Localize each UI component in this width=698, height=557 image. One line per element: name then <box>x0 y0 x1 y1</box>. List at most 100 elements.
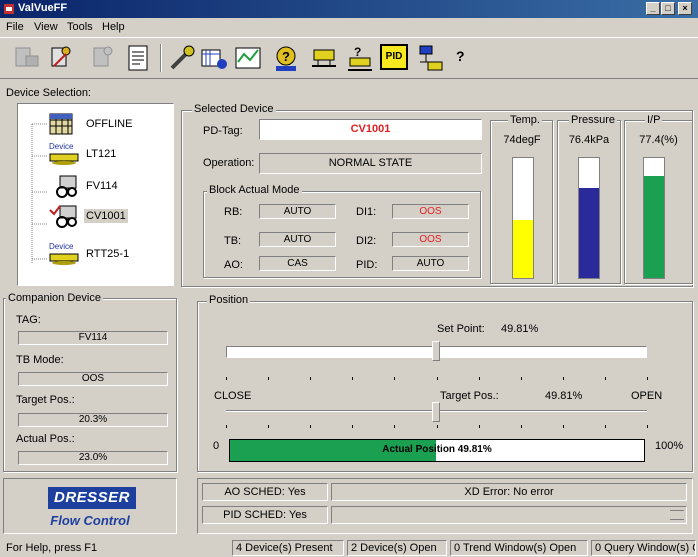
status-trend: 0 Trend Window(s) Open <box>450 540 588 556</box>
logo-brand: DRESSER <box>48 487 136 509</box>
slider-tick <box>310 425 311 428</box>
tree-item-rtt25[interactable]: Device RTT25-1 <box>48 242 168 266</box>
tree-label-selected: CV1001 <box>84 209 128 223</box>
close-button[interactable]: × <box>678 2 692 15</box>
block-query-icon[interactable]: ? <box>344 42 376 74</box>
bar-min-label: 0 <box>213 440 220 452</box>
calibrate-icon[interactable] <box>198 42 230 74</box>
pid-button[interactable]: PID <box>380 44 408 70</box>
dresser-logo: DRESSER Flow Control <box>3 478 177 534</box>
companion-tbmode-field: OOS <box>18 372 168 386</box>
slider-tick <box>605 425 606 428</box>
slider-tick <box>352 377 353 380</box>
slider-tick <box>394 425 395 428</box>
companion-target-field: 20.3% <box>18 413 168 427</box>
slider-tick <box>226 377 227 380</box>
temp-gauge-fill <box>513 220 533 278</box>
toolbar-separator <box>160 44 162 72</box>
title-bar: ValVueFF _ □ × <box>0 0 698 18</box>
rb-label: RB: <box>224 206 243 218</box>
logo-tagline: Flow Control <box>50 513 130 528</box>
ip-gauge-fill <box>644 176 664 278</box>
setpoint-label: Set Point: <box>437 323 485 335</box>
pressure-gauge-value: 76.4kPa <box>568 134 610 146</box>
menu-view[interactable]: View <box>34 21 58 33</box>
device-off-icon[interactable] <box>10 42 42 74</box>
slider-tick <box>352 425 353 428</box>
block-icon[interactable] <box>308 42 340 74</box>
tree-label: LT121 <box>86 148 117 160</box>
tree-label: RTT25-1 <box>86 248 130 260</box>
tb-field: AUTO <box>259 232 336 247</box>
tree-item-lt121[interactable]: Device LT121 <box>48 142 168 166</box>
actual-position-text: Actual Position 49.81% <box>382 444 492 455</box>
slider-tick <box>647 377 648 380</box>
window-title: ValVueFF <box>18 2 68 14</box>
ip-gauge-bar <box>643 157 665 279</box>
di1-field: OOS <box>392 204 469 219</box>
status-help: For Help, press F1 <box>6 542 98 554</box>
di2-label: DI2: <box>356 235 377 247</box>
trend-icon[interactable] <box>232 42 264 74</box>
slider-tick <box>437 377 438 380</box>
target-value: 49.81% <box>545 390 583 402</box>
device-disabled-icon[interactable] <box>88 42 120 74</box>
operation-label: Operation: <box>203 157 255 169</box>
operation-field: NORMAL STATE <box>259 153 482 174</box>
offline-icon <box>49 113 73 135</box>
target-slider <box>431 402 440 422</box>
pressure-gauge-fill <box>579 188 599 278</box>
device-badge: Device <box>49 142 74 151</box>
help-button[interactable]: ? <box>456 48 468 68</box>
device-edit-icon[interactable] <box>46 42 78 74</box>
slider-tick <box>521 377 522 380</box>
ao-label: AO: <box>224 259 243 271</box>
document-icon[interactable] <box>122 42 154 74</box>
temp-gauge-value: 74degF <box>503 134 541 146</box>
slider-tick <box>310 377 311 380</box>
setpoint-value: 49.81% <box>501 323 539 335</box>
open-label: OPEN <box>631 390 663 402</box>
message-field <box>331 506 687 524</box>
maximize-button[interactable]: □ <box>661 2 675 15</box>
toolbar: ? ? PID ? <box>0 37 698 79</box>
menu-file[interactable]: File <box>6 21 24 33</box>
companion-title: Companion Device <box>6 292 103 304</box>
tree-item-fv114[interactable]: FV114 <box>48 174 168 198</box>
tree-item-offline[interactable]: OFFLINE <box>48 112 168 136</box>
menu-bar: File View Tools Help <box>0 18 698 37</box>
status-devices-open: 2 Device(s) Open <box>347 540 447 556</box>
pid-field: AUTO <box>392 256 469 271</box>
tree-item-cv1001[interactable]: CV1001 <box>48 204 168 228</box>
minimize-button[interactable]: _ <box>646 2 660 15</box>
valve-check-icon <box>49 205 77 228</box>
valve-icon <box>56 175 77 198</box>
pressure-gauge-bar <box>578 157 600 279</box>
position-title: Position <box>207 294 251 306</box>
pdtag-field: CV1001 <box>259 119 482 140</box>
network-icon[interactable] <box>414 42 446 74</box>
close-label: CLOSE <box>214 390 252 402</box>
app-icon <box>4 4 14 14</box>
wrench-icon[interactable] <box>166 42 198 74</box>
svg-text:?: ? <box>354 45 361 59</box>
setpoint-slider[interactable] <box>431 341 440 361</box>
tree-label: FV114 <box>86 180 118 192</box>
block-mode-title: Block Actual Mode <box>207 184 302 196</box>
device-selection-label: Device Selection: <box>6 87 91 99</box>
menu-help[interactable]: Help <box>102 21 125 33</box>
slider-tick <box>605 377 606 380</box>
companion-target-label: Target Pos.: <box>16 394 75 406</box>
temp-gauge-bar <box>512 157 534 279</box>
menu-tools[interactable]: Tools <box>67 21 93 33</box>
device-badge: Device <box>49 242 74 251</box>
tb-label: TB: <box>224 235 242 247</box>
query-icon[interactable]: ? <box>270 42 302 74</box>
companion-tag-field: FV114 <box>18 331 168 345</box>
resize-grip-icon[interactable] <box>670 510 684 520</box>
ip-gauge-title: I/P <box>645 114 663 126</box>
companion-actual-field: 23.0% <box>18 451 168 465</box>
pressure-gauge-title: Pressure <box>569 114 618 126</box>
pid-sched-field: PID SCHED: Yes <box>202 506 328 524</box>
target-label: Target Pos.: <box>440 390 499 402</box>
